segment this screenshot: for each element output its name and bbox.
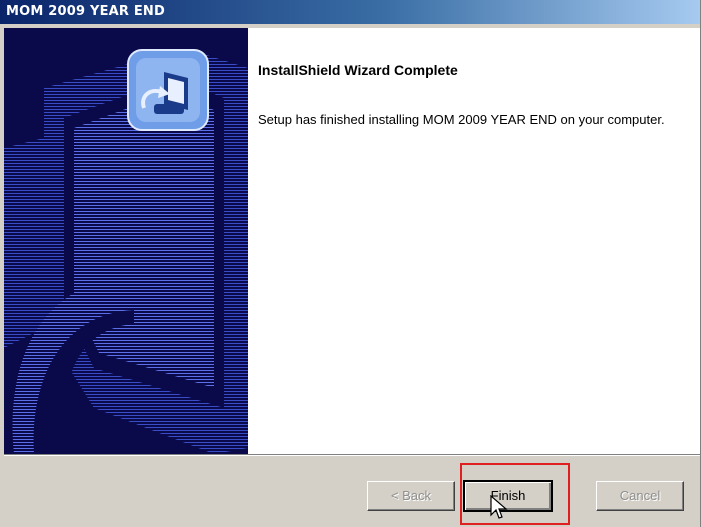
footer-divider [4, 454, 700, 456]
installshield-computer-icon [127, 49, 209, 131]
back-button[interactable]: < Back [367, 481, 455, 511]
page-title: InstallShield Wizard Complete [258, 62, 458, 78]
mouse-cursor-icon [490, 495, 508, 519]
wizard-sidebar-graphic [4, 28, 248, 454]
title-bar[interactable]: MOM 2009 YEAR END [0, 0, 700, 24]
finish-highlight-box [460, 463, 570, 525]
wizard-content-panel: InstallShield Wizard Complete Setup has … [248, 28, 700, 454]
installshield-banner-art [4, 28, 248, 454]
completion-message: Setup has finished installing MOM 2009 Y… [258, 112, 665, 127]
window-title: MOM 2009 YEAR END [6, 4, 166, 19]
installer-window: MOM 2009 YEAR END InstallShield Wizard C… [0, 0, 701, 527]
cancel-button[interactable]: Cancel [596, 481, 684, 511]
